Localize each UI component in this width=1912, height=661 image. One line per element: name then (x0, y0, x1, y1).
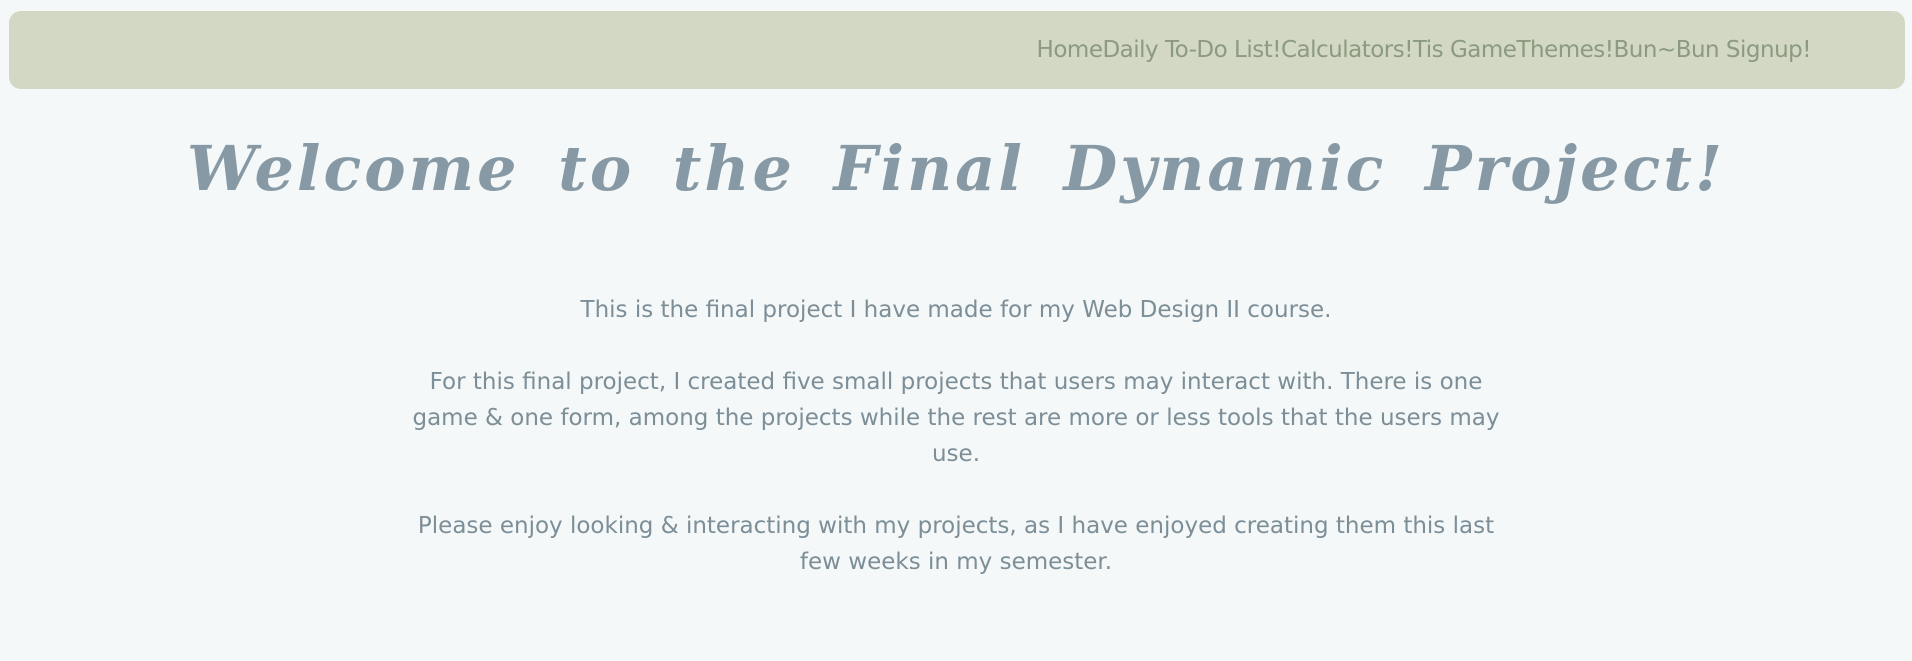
nav-link-themes[interactable]: Themes! (1516, 37, 1614, 63)
nav-link-tis-game[interactable]: Tis Game (1413, 37, 1517, 63)
nav-link-home[interactable]: Home (1037, 37, 1103, 63)
intro-paragraph-projects: For this final project, I created five s… (412, 369, 1500, 467)
nav-link-daily-todo-list[interactable]: Daily To-Do List! (1102, 37, 1281, 63)
nav-link-calculators[interactable]: Calculators! (1281, 37, 1414, 63)
intro-paragraph-enjoy: Please enjoy looking & interacting with … (417, 513, 1495, 575)
nav-link-bun-bun-signup[interactable]: Bun~Bun Signup! (1613, 37, 1811, 63)
nav-list: Home Daily To-Do List! Calculators! Tis … (1037, 11, 1812, 89)
page-title: Welcome to the Final Dynamic Project! (186, 132, 1726, 205)
intro-content: This is the final project I have made fo… (400, 292, 1512, 616)
intro-paragraph-course: This is the final project I have made fo… (580, 297, 1332, 323)
top-navbar: Home Daily To-Do List! Calculators! Tis … (9, 11, 1905, 89)
